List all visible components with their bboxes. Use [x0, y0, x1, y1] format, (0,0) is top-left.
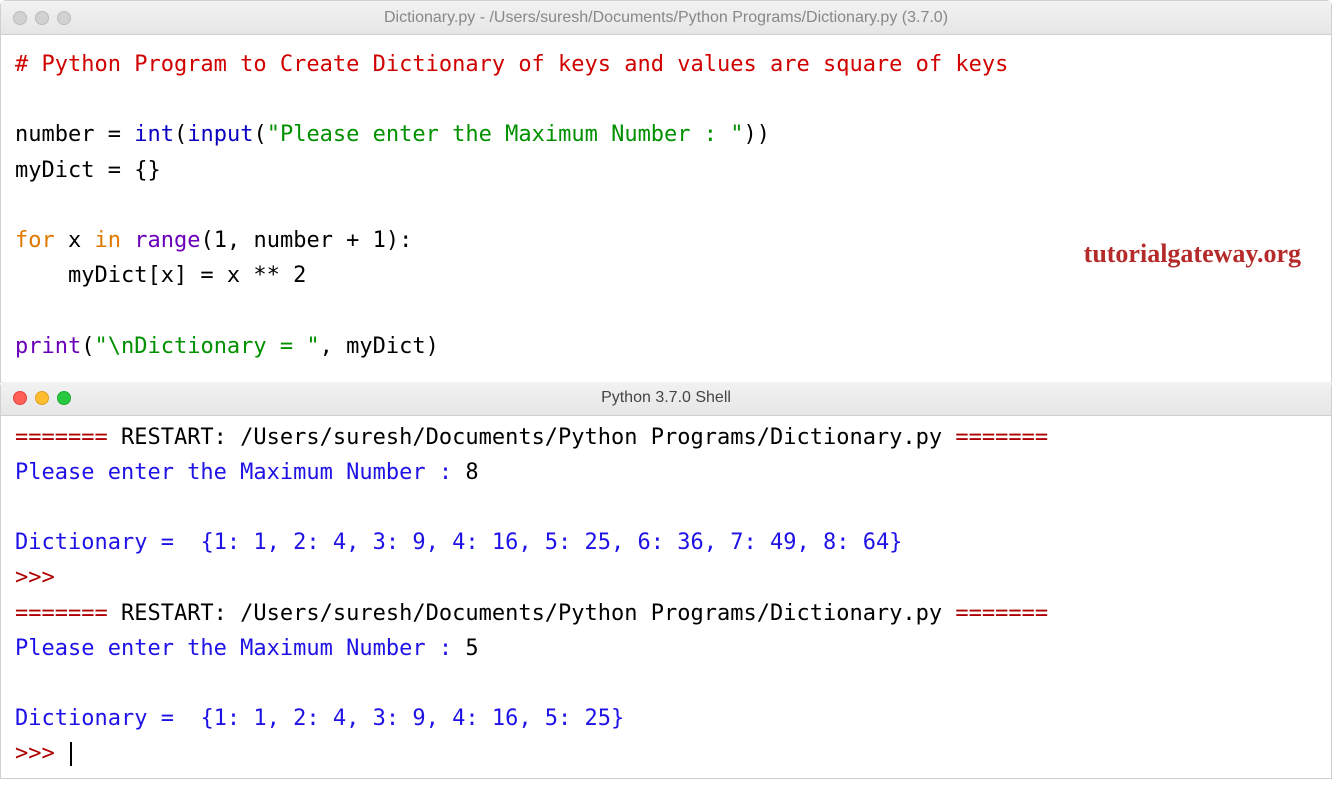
shell-output-line: Dictionary = {1: 1, 2: 4, 3: 9, 4: 16, 5… — [15, 701, 1317, 736]
shell-output-line: Dictionary = {1: 1, 2: 4, 3: 9, 4: 16, 5… — [15, 525, 1317, 560]
shell-restart-line: ======= RESTART: /Users/suresh/Documents… — [15, 420, 1317, 455]
shell-prompt-line: Please enter the Maximum Number : 5 — [15, 631, 1317, 666]
zoom-icon[interactable] — [57, 11, 71, 25]
zoom-icon[interactable] — [57, 391, 71, 405]
editor-traffic-lights — [13, 11, 71, 25]
blank-line — [15, 188, 1317, 223]
shell-window-title: Python 3.7.0 Shell — [13, 385, 1319, 411]
editor-titlebar[interactable]: Dictionary.py - /Users/suresh/Documents/… — [1, 1, 1331, 35]
editor-body[interactable]: tutorialgateway.org # Python Program to … — [1, 35, 1331, 382]
shell-prompt-line: Please enter the Maximum Number : 8 — [15, 455, 1317, 490]
code-comment: # Python Program to Create Dictionary of… — [15, 52, 1008, 77]
blank-line — [15, 82, 1317, 117]
shell-traffic-lights — [13, 391, 71, 405]
minimize-icon[interactable] — [35, 11, 49, 25]
watermark-text: tutorialgateway.org — [1084, 233, 1301, 275]
code-line-assign-number: number = int(input("Please enter the Max… — [15, 117, 1317, 152]
blank-line — [15, 490, 1317, 525]
editor-window-title: Dictionary.py - /Users/suresh/Documents/… — [13, 5, 1319, 31]
blank-line — [15, 293, 1317, 328]
editor-window: Dictionary.py - /Users/suresh/Documents/… — [0, 0, 1332, 383]
minimize-icon[interactable] — [35, 391, 49, 405]
code-line-mydict: myDict = {} — [15, 153, 1317, 188]
close-icon[interactable] — [13, 11, 27, 25]
code-line-print: print("\nDictionary = ", myDict) — [15, 329, 1317, 364]
blank-line — [15, 666, 1317, 701]
shell-body[interactable]: ======= RESTART: /Users/suresh/Documents… — [1, 416, 1331, 778]
cursor-icon — [70, 742, 72, 766]
shell-titlebar[interactable]: Python 3.7.0 Shell — [1, 382, 1331, 416]
shell-prompt: >>> — [15, 560, 1317, 595]
shell-restart-line: ======= RESTART: /Users/suresh/Documents… — [15, 596, 1317, 631]
shell-prompt[interactable]: >>> — [15, 736, 1317, 771]
shell-window: Python 3.7.0 Shell ======= RESTART: /Use… — [0, 381, 1332, 779]
close-icon[interactable] — [13, 391, 27, 405]
